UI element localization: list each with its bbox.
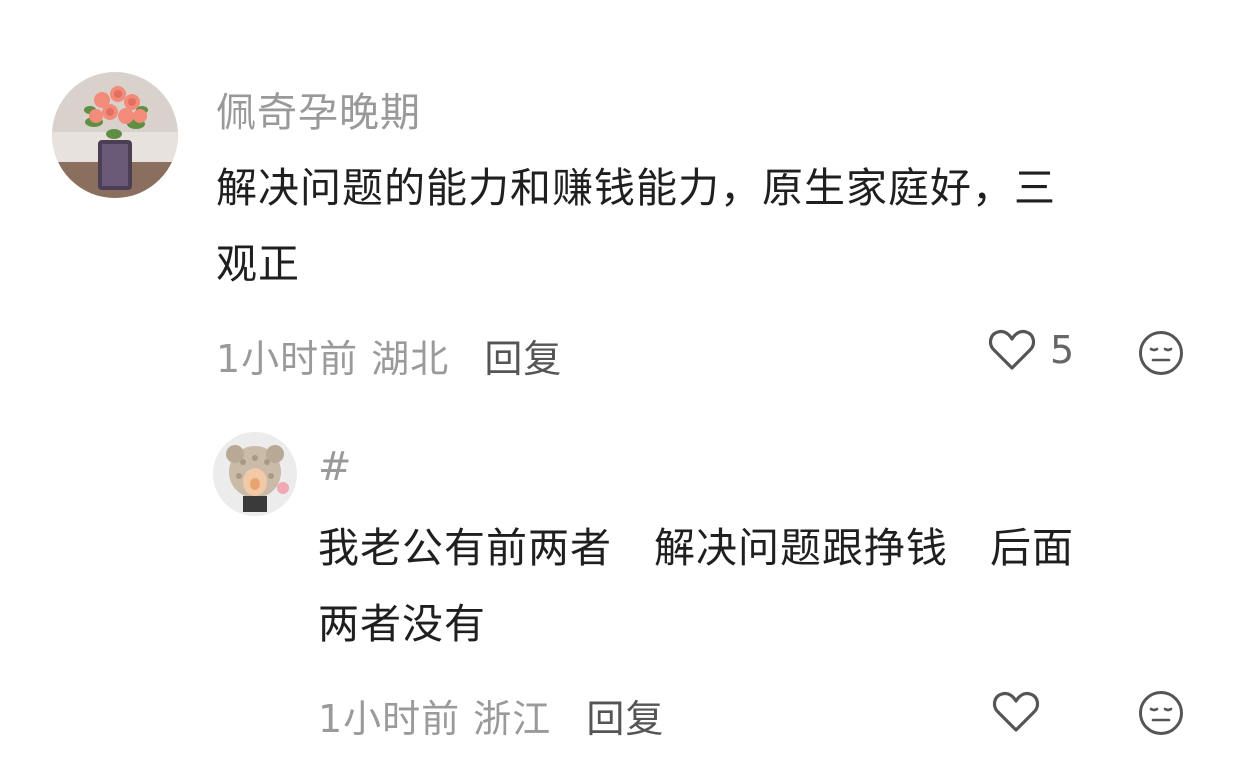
timestamp: 1小时前 (318, 697, 461, 741)
meh-face-icon (1139, 691, 1183, 735)
comment-text: 解决问题的能力和赚钱能力，原生家庭好，三 观正 (216, 164, 1056, 288)
like-button[interactable]: 5 (988, 328, 1074, 372)
meh-face-icon (1139, 331, 1183, 375)
comment-text: 我老公有前两者 解决问题跟挣钱 后面 两者没有 (318, 524, 1074, 648)
location: 湖北 (371, 337, 450, 381)
location: 浙江 (473, 697, 552, 741)
heart-outline-icon (988, 329, 1036, 370)
rose-bouquet-avatar-icon (52, 72, 178, 198)
username[interactable]: 佩奇孕晚期 (216, 80, 421, 138)
like-button[interactable] (992, 690, 1054, 734)
comment-meta: 1小时前 湖北 回复 (216, 328, 562, 383)
like-count: 5 (1050, 328, 1075, 372)
comment-item: 佩奇孕晚期 解决问题的能力和赚钱能力，原生家庭好，三 观正 1小时前 湖北 回复… (0, 0, 1260, 400)
user-avatar[interactable] (213, 432, 297, 516)
username[interactable]: # (318, 444, 353, 490)
heart-outline-icon (992, 691, 1040, 732)
timestamp: 1小时前 (216, 337, 359, 381)
dislike-button[interactable] (1138, 330, 1184, 376)
comment-meta: 1小时前 浙江 回复 (318, 688, 664, 743)
reply-button[interactable]: 回复 (484, 337, 562, 381)
reply-button[interactable]: 回复 (586, 697, 664, 741)
baby-in-knit-hat-avatar-icon (213, 432, 297, 516)
dislike-button[interactable] (1138, 690, 1184, 736)
user-avatar[interactable] (52, 72, 178, 198)
reply-comment-item: # 我老公有前两者 解决问题跟挣钱 后面 两者没有 1小时前 浙江 回复 (0, 400, 1260, 782)
